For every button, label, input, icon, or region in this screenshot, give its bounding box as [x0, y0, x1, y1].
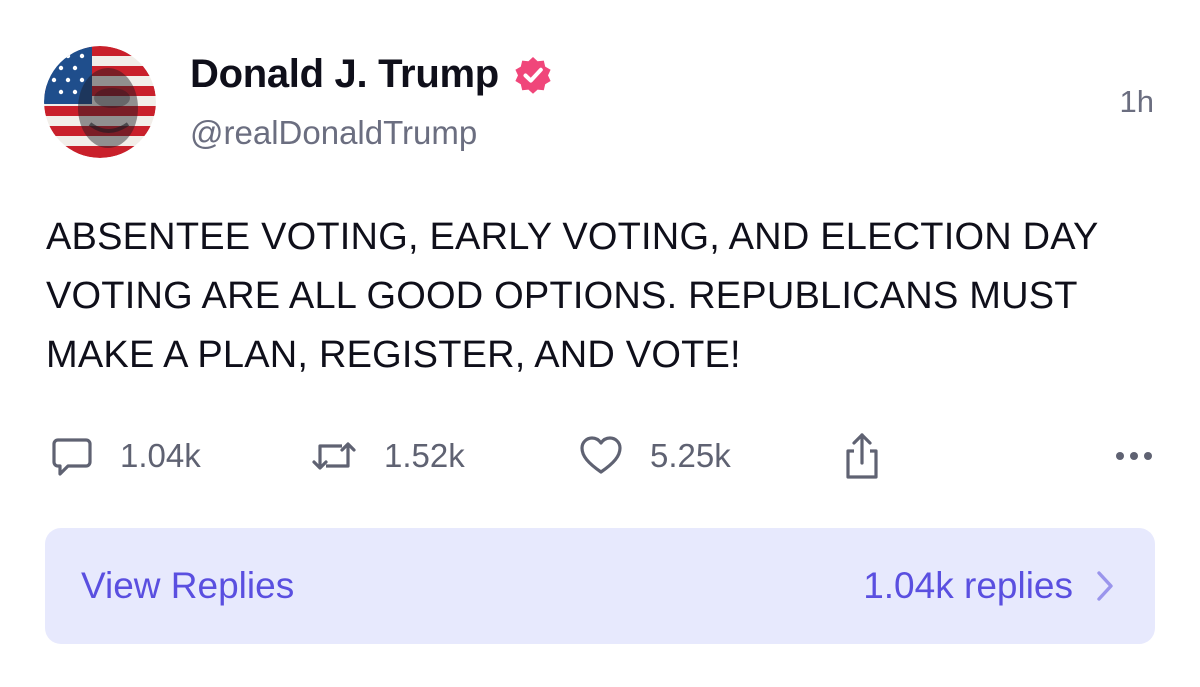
repost-count: 1.52k: [384, 437, 465, 474]
reply-button[interactable]: 1.04k: [50, 428, 201, 484]
action-bar: 1.04k 1.52k 5.25k: [46, 428, 1156, 484]
like-count: 5.25k: [650, 437, 731, 474]
verified-badge-icon: [513, 55, 553, 95]
replies-count-group[interactable]: 1.04k replies: [863, 565, 1115, 607]
more-dots-icon: [1112, 452, 1156, 480]
repost-button[interactable]: 1.52k: [310, 428, 465, 484]
chevron-right-icon: [1095, 569, 1115, 603]
more-options-button[interactable]: [1112, 436, 1156, 481]
replies-count-label: 1.04k replies: [863, 565, 1073, 606]
reply-count: 1.04k: [120, 437, 201, 474]
view-replies-bar[interactable]: View Replies 1.04k replies: [45, 528, 1155, 644]
author-handle[interactable]: @realDonaldTrump: [190, 114, 477, 152]
heart-icon: [578, 434, 624, 478]
speech-bubble-icon: [50, 434, 94, 478]
share-icon: [842, 431, 882, 481]
view-replies-label[interactable]: View Replies: [81, 565, 294, 607]
post-body: ABSENTEE VOTING, EARLY VOTING, AND ELECT…: [46, 216, 1098, 376]
author-name-row: Donald J. Trump: [190, 52, 553, 97]
author-display-name[interactable]: Donald J. Trump: [190, 52, 499, 97]
avatar-image: [44, 46, 156, 158]
like-button[interactable]: 5.25k: [578, 428, 731, 484]
share-button[interactable]: [842, 428, 882, 484]
avatar[interactable]: [44, 46, 156, 158]
post-timestamp: 1h: [1119, 84, 1154, 119]
post-card: Donald J. Trump @realDonaldTrump 1h ABSE…: [0, 0, 1200, 687]
repost-arrows-icon: [310, 434, 358, 478]
